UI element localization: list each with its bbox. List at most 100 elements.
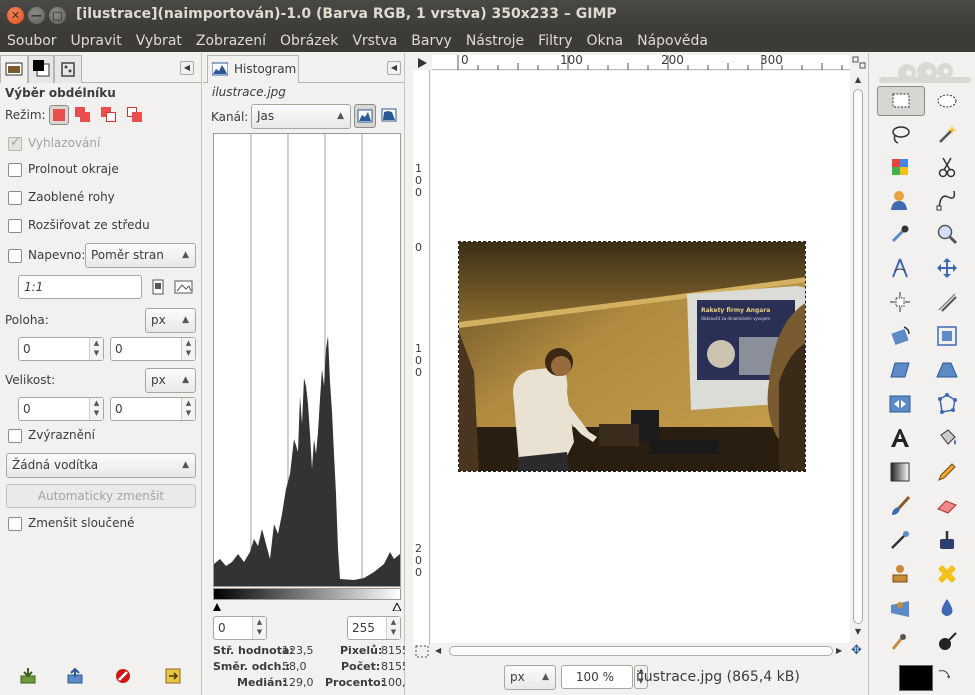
range-start-input[interactable]: 0 ▲ ▼ [213,616,267,640]
rotate-tool[interactable] [889,325,911,347]
flip-tool[interactable] [889,393,911,415]
airbrush-tool[interactable] [889,529,911,551]
scale-tool[interactable] [936,325,958,347]
tab-tool-options[interactable] [0,55,28,83]
perspective-tool[interactable] [936,359,958,381]
fuzzy-select-tool[interactable] [936,123,958,145]
minimize-window-button[interactable]: — [28,7,45,24]
move-tool[interactable] [936,257,958,279]
foreground-color-swatch[interactable] [899,665,933,691]
menu-napoveda[interactable]: Nápověda [630,30,715,52]
menu-obrazek[interactable]: Obrázek [273,30,345,52]
rect-select-tool[interactable] [877,86,925,116]
antialias-checkbox[interactable] [8,135,22,151]
crop-tool[interactable] [936,291,958,313]
menu-filtry[interactable]: Filtry [531,30,579,52]
smudge-tool[interactable] [889,631,911,653]
foreground-select-tool[interactable] [889,189,911,211]
guides-select[interactable]: Žádná vodítka ▲ [6,453,196,478]
perspective-clone-tool[interactable] [889,597,911,619]
expand-center-checkbox[interactable] [8,219,22,233]
configure-tab-button[interactable]: ◀ [180,61,194,75]
zoom-input[interactable]: 100 % ▲ ▼ [561,665,648,689]
pencil-tool[interactable] [936,461,958,483]
ellipse-select-tool[interactable] [936,90,958,112]
text-tool[interactable] [889,427,911,449]
eraser-tool[interactable] [936,495,958,517]
reset-options-button[interactable] [164,667,182,685]
mode-subtract-button[interactable] [99,105,119,125]
fixed-mode-select[interactable]: Poměr stran ▲ [85,243,196,268]
color-picker-tool[interactable] [889,223,911,245]
close-window-button[interactable]: ✕ [7,7,24,24]
tab-device-status[interactable] [54,55,82,83]
menu-upravit[interactable]: Upravit [64,30,129,52]
cage-transform-tool[interactable] [936,393,958,415]
zoom-toggle-button[interactable] [851,55,867,70]
range-handles[interactable] [213,600,402,612]
image-canvas[interactable]: Rakety firmy Angara Obkroužit za dinamic… [458,241,806,472]
blend-tool[interactable] [889,461,911,483]
size-height-input[interactable]: 0 ▲ ▼ [110,397,196,421]
wilber-logo[interactable] [879,59,971,85]
position-x-input[interactable]: 0 ▲ ▼ [18,337,104,361]
histogram-configure-button[interactable]: ◀ [387,61,401,75]
vertical-ruler[interactable]: 1 0 0 0 1 0 0 2 0 0 [413,70,430,645]
position-y-input[interactable]: 0 ▲ ▼ [110,337,196,361]
mode-add-button[interactable] [73,105,93,125]
landscape-button[interactable] [174,279,194,295]
dodge-burn-tool[interactable] [936,631,958,653]
maximize-window-button[interactable]: □ [49,7,66,24]
scroll-left-arrow-icon[interactable]: ◀ [435,644,447,658]
measure-tool[interactable] [889,257,911,279]
fixed-checkbox[interactable] [8,249,22,263]
vertical-scroll-thumb[interactable] [853,89,863,624]
restore-options-button[interactable] [66,667,84,685]
delete-options-button[interactable] [114,667,132,685]
menu-vrstva[interactable]: Vrstva [345,30,404,52]
tab-histogram[interactable]: Histogram [207,55,299,83]
menu-zobrazeni[interactable]: Zobrazení [189,30,273,52]
swap-colors-button[interactable] [937,667,951,681]
mode-intersect-button[interactable] [125,105,145,125]
menu-vybrat[interactable]: Vybrat [129,30,189,52]
horizontal-scroll-thumb[interactable] [449,646,833,656]
quick-mask-toggle[interactable] [414,644,430,659]
free-select-tool[interactable] [889,123,911,145]
range-end-input[interactable]: 255 ▲ ▼ [347,616,401,640]
scroll-up-arrow-icon[interactable]: ▲ [852,75,864,87]
menu-nastroje[interactable]: Nástroje [459,30,531,52]
rounded-corners-checkbox[interactable] [8,191,22,205]
log-histogram-button[interactable] [379,104,401,128]
unit-select[interactable]: px ▲ [504,665,556,690]
feather-checkbox[interactable] [8,163,22,177]
select-by-color-tool[interactable] [889,156,911,178]
size-width-input[interactable]: 0 ▲ ▼ [18,397,104,421]
size-unit-select[interactable]: px ▲ [145,368,196,393]
horizontal-scrollbar[interactable]: ◀ ▶ [431,644,851,659]
histogram-view[interactable] [213,133,401,587]
scissors-select-tool[interactable] [936,156,958,178]
paintbrush-tool[interactable] [889,495,911,517]
scroll-down-arrow-icon[interactable]: ▼ [852,627,864,639]
shear-tool[interactable] [889,359,911,381]
auto-shrink-button[interactable]: Automaticky zmenšit [6,484,196,508]
zoom-tool[interactable] [936,223,958,245]
tab-colors[interactable] [28,55,54,83]
menu-arrow-button[interactable] [414,55,431,70]
channel-select[interactable]: Jas ▲ [251,104,351,129]
menu-barvy[interactable]: Barvy [404,30,459,52]
heal-tool[interactable] [936,563,958,585]
blur-tool[interactable] [936,597,958,619]
save-options-button[interactable] [19,667,37,685]
highlight-checkbox[interactable] [8,429,22,443]
ratio-input[interactable]: 1:1 [18,275,142,299]
shrink-merged-checkbox[interactable] [8,517,22,531]
linear-histogram-button[interactable] [354,104,376,128]
paths-tool[interactable] [936,189,958,211]
menu-okna[interactable]: Okna [580,30,631,52]
menu-soubor[interactable]: Soubor [0,30,64,52]
portrait-button[interactable] [150,278,166,296]
scroll-right-arrow-icon[interactable]: ▶ [836,644,848,658]
position-unit-select[interactable]: px ▲ [145,308,196,333]
